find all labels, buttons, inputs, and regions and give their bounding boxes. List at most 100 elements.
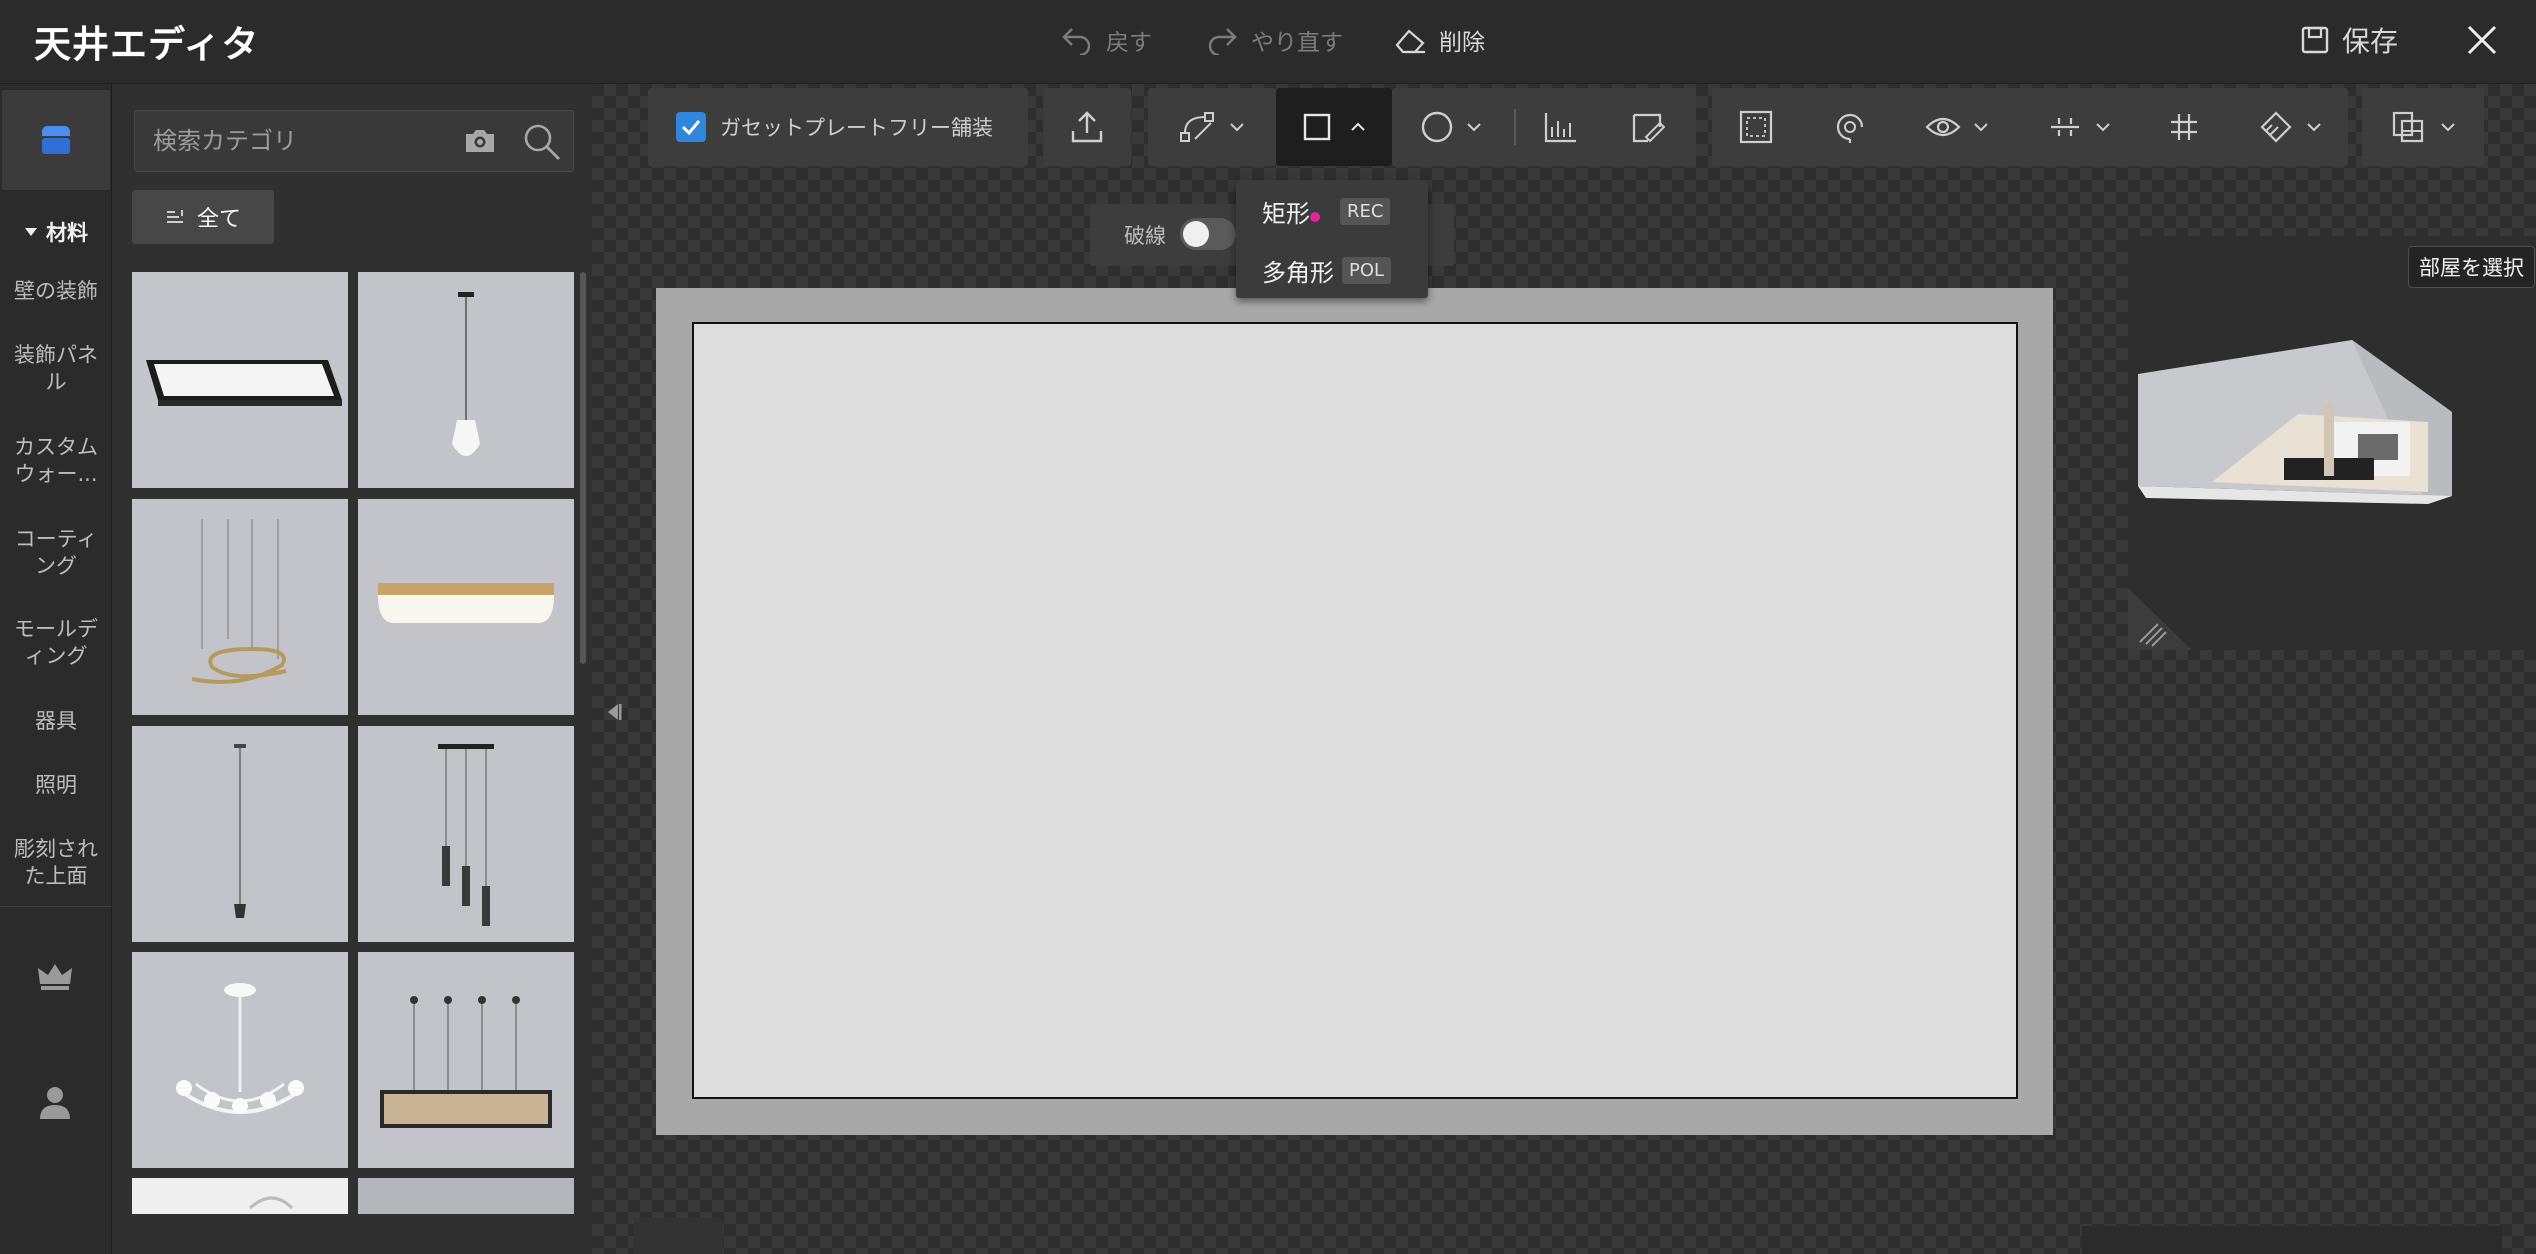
category-custom-wall[interactable]: カスタムウォー... bbox=[0, 434, 112, 488]
close-icon bbox=[2467, 25, 2497, 55]
delete-button[interactable]: 削除 bbox=[1393, 18, 1485, 62]
partial-item-image-2 bbox=[358, 1178, 574, 1214]
caret-down-icon bbox=[25, 228, 37, 236]
square-panel-light-image bbox=[132, 272, 348, 488]
camera-icon[interactable] bbox=[463, 125, 497, 157]
search-icon[interactable] bbox=[521, 121, 563, 163]
chevron-down-icon bbox=[1230, 123, 1244, 132]
chevron-down-icon bbox=[2096, 123, 2110, 132]
copy-layout-button[interactable] bbox=[2362, 88, 2484, 166]
toolbar-divider bbox=[1514, 109, 1516, 145]
bottom-layer-tab[interactable] bbox=[634, 1218, 722, 1254]
gasket-checkbox[interactable] bbox=[676, 112, 706, 142]
premium-button[interactable] bbox=[36, 960, 74, 992]
copy-layout-icon bbox=[2392, 111, 2424, 143]
grid-button[interactable] bbox=[2168, 111, 2200, 143]
menu-item-rectangle[interactable]: 矩形 REC bbox=[1236, 183, 1428, 239]
lasso-button[interactable] bbox=[1832, 109, 1868, 145]
select-room-button[interactable]: 部屋を選択 bbox=[2408, 246, 2535, 288]
catalog-item-chandelier[interactable] bbox=[132, 952, 348, 1168]
search-box bbox=[134, 110, 574, 172]
cone-pendant-light-image bbox=[358, 272, 574, 488]
category-header[interactable]: 材料 bbox=[0, 212, 112, 252]
collapse-panel-button[interactable] bbox=[604, 700, 624, 724]
select-area-button[interactable] bbox=[1738, 109, 1774, 145]
category-carved-top[interactable]: 彫刻された上面 bbox=[0, 836, 112, 890]
menu-item-rectangle-label: 矩形 bbox=[1262, 199, 1310, 228]
triple-tube-pendant-image bbox=[358, 726, 574, 942]
circle-icon bbox=[1421, 111, 1453, 143]
menu-item-polygon[interactable]: 多角形 POL bbox=[1236, 242, 1428, 298]
catalog-item-partial-2[interactable] bbox=[358, 1178, 574, 1214]
close-button[interactable] bbox=[2460, 18, 2504, 62]
filter-all-button[interactable]: 全て bbox=[132, 190, 274, 244]
chevron-up-icon bbox=[1351, 122, 1365, 131]
redo-button[interactable]: やり直す bbox=[1205, 18, 1343, 62]
preview-resize-handle[interactable] bbox=[2128, 588, 2192, 650]
save-icon bbox=[2300, 25, 2330, 55]
edit-area-icon bbox=[1632, 113, 1666, 143]
catalog-item-square-panel-light[interactable] bbox=[132, 272, 348, 488]
undo-button[interactable]: 戻す bbox=[1060, 18, 1152, 62]
redo-icon bbox=[1205, 25, 1239, 55]
sort-icon bbox=[166, 210, 183, 223]
align-center-icon bbox=[2050, 118, 2079, 136]
save-label: 保存 bbox=[2342, 25, 2399, 58]
category-coating[interactable]: コーティング bbox=[0, 526, 112, 580]
catalog-item-triple-tube-pendant[interactable] bbox=[358, 726, 574, 942]
shape-dropdown-menu: 矩形 REC 多角形 POL bbox=[1236, 180, 1428, 298]
rectangle-icon bbox=[1303, 113, 1331, 141]
catalog-item-gold-frame-ceiling-light[interactable] bbox=[358, 499, 574, 715]
catalog-item-cone-pendant-light[interactable] bbox=[358, 272, 574, 488]
category-lighting[interactable]: 照明 bbox=[0, 772, 112, 799]
chandelier-image bbox=[132, 952, 348, 1168]
category-fixtures[interactable]: 器具 bbox=[0, 708, 112, 735]
dimension-tool-button[interactable] bbox=[1542, 109, 1578, 145]
catalog-item-single-pendant-light[interactable] bbox=[132, 726, 348, 942]
user-button[interactable] bbox=[38, 1084, 72, 1120]
align-button[interactable] bbox=[2047, 112, 2111, 142]
paint-button[interactable] bbox=[2258, 109, 2322, 145]
ceiling-area[interactable] bbox=[692, 322, 2018, 1099]
gold-frame-ceiling-light-image bbox=[358, 499, 574, 715]
edit-area-tool-button[interactable] bbox=[1630, 109, 1666, 145]
category-wall-decor[interactable]: 壁の装飾 bbox=[0, 278, 112, 305]
dashed-line-toggle[interactable] bbox=[1180, 218, 1236, 250]
eraser-icon bbox=[1393, 25, 1427, 55]
catalog-item-linear-pendant-fixture[interactable] bbox=[358, 952, 574, 1168]
filter-all-label: 全て bbox=[196, 207, 241, 232]
path-tool-button[interactable] bbox=[1148, 88, 1276, 166]
catalog-scrollbar[interactable] bbox=[580, 272, 586, 664]
category-header-label: 材料 bbox=[46, 221, 88, 245]
chevron-down-icon bbox=[2307, 123, 2321, 132]
upload-button[interactable] bbox=[1043, 88, 1131, 166]
app-title: 天井エディタ bbox=[34, 23, 260, 66]
gasket-toggle[interactable]: ガセットプレートフリー舗装 bbox=[648, 88, 1028, 166]
circle-tool-button[interactable] bbox=[1420, 110, 1454, 144]
rail-materials-button[interactable] bbox=[2, 90, 110, 190]
redo-label: やり直す bbox=[1251, 30, 1343, 56]
dashed-line-label: 破線 bbox=[1124, 224, 1166, 248]
cube-icon bbox=[42, 126, 70, 154]
search-input[interactable] bbox=[153, 111, 453, 171]
shortcut-rec-badge: REC bbox=[1340, 197, 1391, 225]
visibility-button[interactable] bbox=[1925, 113, 1989, 141]
single-pendant-light-image bbox=[132, 726, 348, 942]
menu-item-polygon-label: 多角形 bbox=[1262, 258, 1334, 287]
catalog-item-partial[interactable] bbox=[132, 1178, 348, 1214]
bezier-pen-icon bbox=[1180, 112, 1214, 142]
crown-icon bbox=[38, 964, 72, 990]
rectangle-tool-button[interactable] bbox=[1276, 88, 1392, 166]
mouse-cursor bbox=[1310, 212, 1320, 222]
catalog-item-spiral-pendant-light[interactable] bbox=[132, 499, 348, 715]
undo-label: 戻す bbox=[1106, 30, 1152, 56]
save-button[interactable]: 保存 bbox=[2300, 18, 2398, 62]
lasso-icon bbox=[1836, 113, 1863, 143]
chevron-down-icon[interactable] bbox=[1466, 122, 1482, 132]
gasket-label: ガセットプレートフリー舗装 bbox=[720, 116, 993, 140]
zoom-bar[interactable] bbox=[2082, 1226, 2502, 1254]
category-molding[interactable]: モールディング bbox=[0, 616, 112, 670]
category-decor-panel[interactable]: 装飾パネル bbox=[0, 342, 112, 396]
selection-frame-icon bbox=[1739, 110, 1773, 144]
chevron-down-icon bbox=[1974, 123, 1988, 132]
